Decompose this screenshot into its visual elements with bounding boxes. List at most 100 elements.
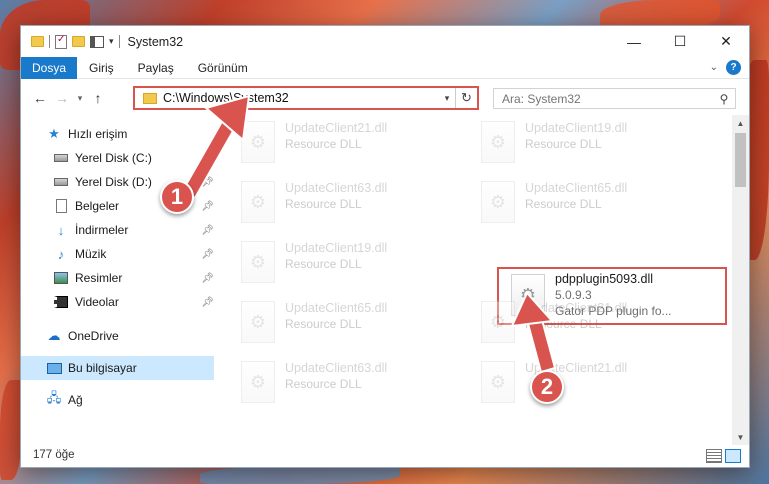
- address-path[interactable]: C:\Windows\System32: [163, 91, 439, 105]
- dll-file-icon: ⚙: [481, 301, 515, 343]
- dll-file-icon: ⚙: [241, 361, 275, 403]
- step-badge-2: 2: [530, 370, 564, 404]
- separator: [49, 35, 50, 48]
- pin-icon[interactable]: 📌︎: [201, 153, 214, 164]
- tab-view[interactable]: Görünüm: [186, 61, 260, 75]
- sidebar-item-quick-access[interactable]: ★ Hızlı erişim: [46, 122, 214, 146]
- file-name: UpdateClient19.dll: [525, 121, 628, 135]
- file-tile[interactable]: ⚙ UpdateClient19.dll Resource DLL: [229, 238, 461, 286]
- sidebar-item-label: Yerel Disk (D:): [75, 175, 152, 189]
- properties-icon[interactable]: [55, 34, 67, 49]
- file-description: Resource DLL: [525, 197, 602, 211]
- tab-home[interactable]: Giriş: [77, 61, 126, 75]
- drive-icon: [53, 150, 69, 166]
- sidebar-item-label: Hızlı erişim: [68, 127, 128, 141]
- file-name: UpdateClient63.dll: [285, 361, 388, 375]
- scroll-up-icon[interactable]: ▲: [732, 115, 749, 131]
- file-tile[interactable]: ⚙ UpdateClient65.dll Resource DLL: [229, 298, 461, 346]
- dll-file-icon: ⚙: [481, 121, 515, 163]
- address-dropdown-icon[interactable]: ▾: [439, 93, 455, 104]
- dll-file-icon: ⚙: [241, 241, 275, 283]
- item-count: 177 öğe: [33, 449, 75, 461]
- details-view-icon[interactable]: [706, 449, 722, 463]
- vertical-scrollbar[interactable]: ▲ ▼: [732, 115, 749, 445]
- sidebar-item-music[interactable]: ♪ Müzik 📌︎: [53, 242, 214, 266]
- pin-icon[interactable]: 📌︎: [201, 201, 214, 212]
- folder-icon: [31, 36, 44, 47]
- sidebar-item-label: Bu bilgisayar: [68, 361, 137, 375]
- file-name: UpdateClient65.dll: [285, 301, 388, 315]
- tab-file[interactable]: Dosya: [21, 56, 77, 79]
- tiles-view-icon[interactable]: [725, 449, 741, 463]
- new-folder-icon[interactable]: [72, 36, 85, 47]
- search-icon[interactable]: ⚲: [713, 92, 735, 106]
- file-tile[interactable]: ⚙ UpdateClient21.dll: [469, 358, 701, 406]
- file-name: UpdateClient65.dll: [525, 181, 628, 195]
- search-input[interactable]: [502, 91, 713, 106]
- minimize-button[interactable]: —: [611, 26, 657, 57]
- dll-file-icon: ⚙: [481, 181, 515, 223]
- music-icon: ♪: [57, 246, 65, 262]
- back-arrow-icon[interactable]: ←: [29, 90, 51, 106]
- forward-arrow-icon[interactable]: →: [51, 90, 73, 106]
- refresh-icon[interactable]: ↻: [455, 88, 477, 108]
- pin-icon[interactable]: 📌︎: [201, 273, 214, 284]
- file-description: Resource DLL: [285, 257, 362, 271]
- sidebar-item-videos[interactable]: Videolar 📌︎: [53, 290, 214, 314]
- file-list: ⚙ UpdateClient21.dll Resource DLL ⚙ Updat…: [229, 118, 729, 443]
- dll-file-icon: ⚙: [241, 121, 275, 163]
- quick-access-toolbar: ▾: [21, 34, 120, 49]
- file-description: Resource DLL: [285, 197, 362, 211]
- folder-icon: [143, 92, 157, 104]
- close-button[interactable]: ✕: [703, 26, 749, 57]
- sidebar-item-label: OneDrive: [68, 329, 119, 343]
- maximize-button[interactable]: ☐: [657, 26, 703, 57]
- sidebar-item-label: İndirmeler: [75, 223, 129, 237]
- pin-icon[interactable]: 📌︎: [201, 225, 214, 236]
- sidebar-item-pictures[interactable]: Resimler 📌︎: [53, 266, 214, 290]
- dll-file-icon: ⚙: [241, 181, 275, 223]
- customize-dropdown-icon[interactable]: ▾: [109, 36, 114, 47]
- title-bar: ▾ System32 — ☐ ✕: [21, 26, 749, 57]
- file-tile[interactable]: ⚙ UpdateClient63.dll Resource DLL: [229, 358, 461, 406]
- layout-icon[interactable]: [90, 35, 104, 48]
- recent-locations-dropdown-icon[interactable]: ▾: [73, 93, 87, 104]
- navigation-bar: ← → ▾ ↑ C:\Windows\System32 ▾ ↻ ⚲: [21, 81, 749, 115]
- ribbon-right: ⌄ ?: [710, 60, 741, 75]
- search-box[interactable]: ⚲: [493, 88, 736, 109]
- file-tile[interactable]: ⚙ UpdateClient21.dll Resource DLL: [229, 118, 461, 166]
- help-icon[interactable]: ?: [726, 60, 741, 75]
- file-tile[interactable]: ⚙ UpdateClient63.dll Resource DLL: [229, 178, 461, 226]
- file-description: Resource DLL: [525, 137, 602, 151]
- pin-icon[interactable]: 📌︎: [201, 249, 214, 260]
- sidebar-item-label: Ağ: [68, 393, 83, 407]
- tab-share[interactable]: Paylaş: [126, 61, 186, 75]
- file-description: Resource DLL: [285, 377, 362, 391]
- separator: [118, 35, 120, 48]
- sidebar-item-local-disk-c[interactable]: Yerel Disk (C:) 📌︎: [53, 146, 214, 170]
- sidebar-item-label: Belgeler: [75, 199, 120, 213]
- dll-file-icon: ⚙: [241, 301, 275, 343]
- ribbon-tabs: Dosya Giriş Paylaş Görünüm ⌄ ?: [21, 56, 749, 79]
- sidebar-item-downloads[interactable]: ↓ İndirmeler 📌︎: [53, 218, 214, 242]
- scroll-thumb[interactable]: [735, 133, 746, 187]
- sidebar-item-network[interactable]: 🖧︎ Ağ: [46, 388, 214, 412]
- file-tile[interactable]: ⚙ UpdateClient21.dll Resource DLL: [469, 298, 701, 346]
- up-arrow-icon[interactable]: ↑: [87, 90, 109, 106]
- sidebar-item-this-pc[interactable]: Bu bilgisayar: [21, 356, 214, 380]
- background-leaf: [0, 380, 22, 480]
- downloads-icon: ↓: [57, 222, 65, 238]
- pin-icon[interactable]: 📌︎: [201, 177, 214, 188]
- file-description: Resource DLL: [525, 317, 602, 331]
- pin-icon[interactable]: 📌︎: [201, 297, 214, 308]
- file-description: Resource DLL: [285, 317, 362, 331]
- sidebar-item-onedrive[interactable]: ☁ OneDrive: [46, 324, 214, 348]
- documents-icon: [53, 198, 69, 214]
- file-name: pdpplugin5093.dll: [555, 272, 654, 286]
- file-tile[interactable]: ⚙ UpdateClient65.dll Resource DLL: [469, 178, 701, 226]
- status-bar: 177 öğe: [21, 443, 749, 467]
- file-name: UpdateClient21.dll: [525, 301, 628, 315]
- file-tile[interactable]: ⚙ UpdateClient19.dll Resource DLL: [469, 118, 701, 166]
- address-bar[interactable]: C:\Windows\System32 ▾ ↻: [133, 86, 479, 110]
- expand-ribbon-icon[interactable]: ⌄: [710, 62, 718, 73]
